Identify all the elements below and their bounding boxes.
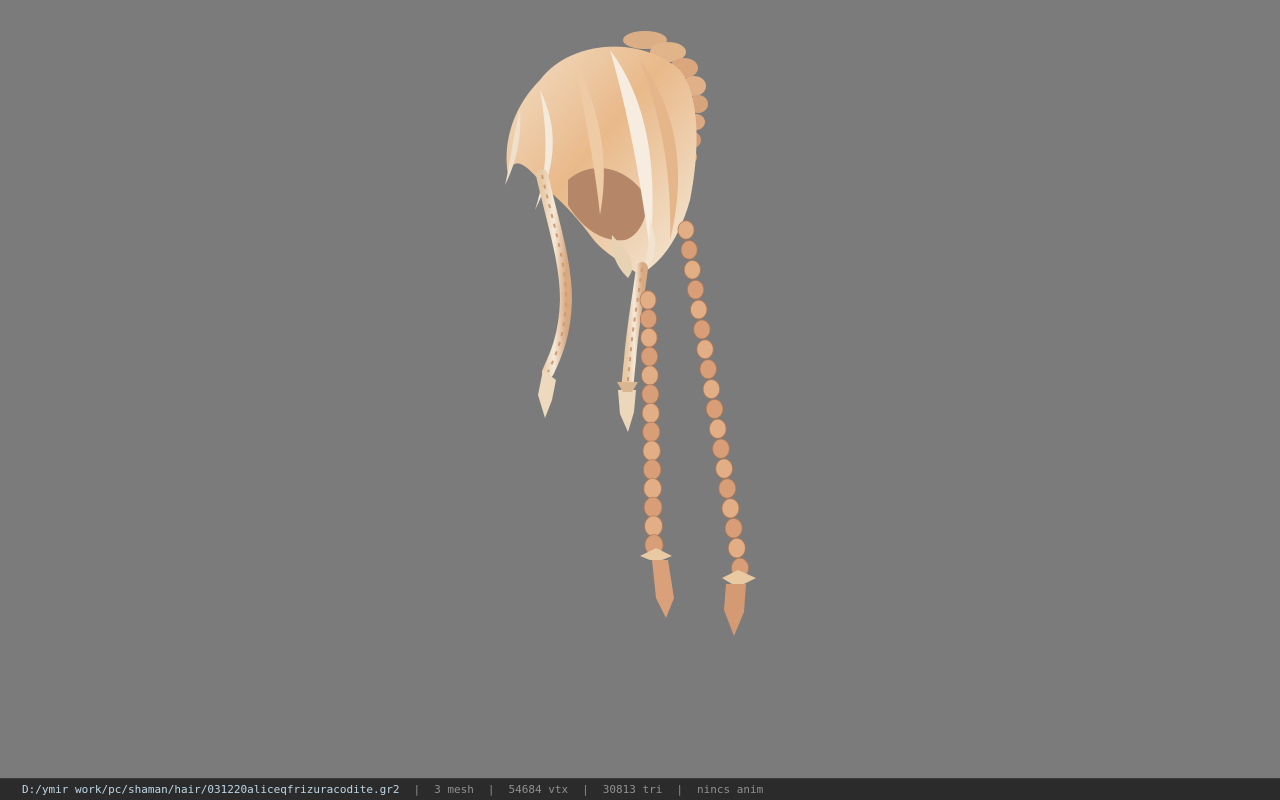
braid-bead [724,518,743,539]
separator: | [676,783,683,796]
hair-cap [505,46,697,278]
hair-model-render [505,31,756,636]
separator: | [413,783,421,796]
braid-bead [639,309,657,329]
braid-bead [687,279,705,300]
file-path: D:/ymir work/pc/shaman/hair/031220aliceq… [22,783,400,796]
braid-bead [705,399,724,419]
animation-status: nincs anim [696,783,764,796]
braid-bead [699,359,717,380]
braid-bead [712,438,730,459]
braid-bead [641,402,660,424]
separator: | [487,783,495,796]
braid-bead [680,240,698,260]
braid-bead [727,537,746,559]
braid-bead [640,346,659,367]
braid-bead [721,498,740,519]
braid-bead [642,440,661,462]
braid-bead [718,478,737,499]
long-braid-right [677,220,749,579]
braid-bead [683,260,701,280]
braid-bead [644,515,663,537]
braid-bead [702,379,721,399]
braid-bead [709,418,727,439]
braid-bead [643,459,662,481]
braid-bead [696,339,714,360]
braid-bead [639,290,657,310]
braid-bead [642,421,661,443]
status-bar: D:/ymir work/pc/shaman/hair/031220aliceq… [0,778,1280,800]
mesh-count: 3 mesh [434,783,474,796]
braid-bead [677,220,695,240]
triangle-count: 30813 tri [602,783,663,796]
braid-bead [643,477,662,499]
separator: | [582,783,589,796]
middle-thin-braid [617,262,648,432]
braid-bead [641,365,659,386]
long-braid-center [639,290,664,556]
braid-bead [640,327,658,348]
braid-bead [693,319,711,340]
3d-viewport[interactable] [0,0,1280,778]
braid-bead [715,458,733,479]
left-thin-braid [536,169,573,418]
vertex-count: 54684 vtx [508,783,569,796]
braid-bead [641,384,660,405]
braid-bead [690,299,708,320]
braid-bead [643,496,663,518]
